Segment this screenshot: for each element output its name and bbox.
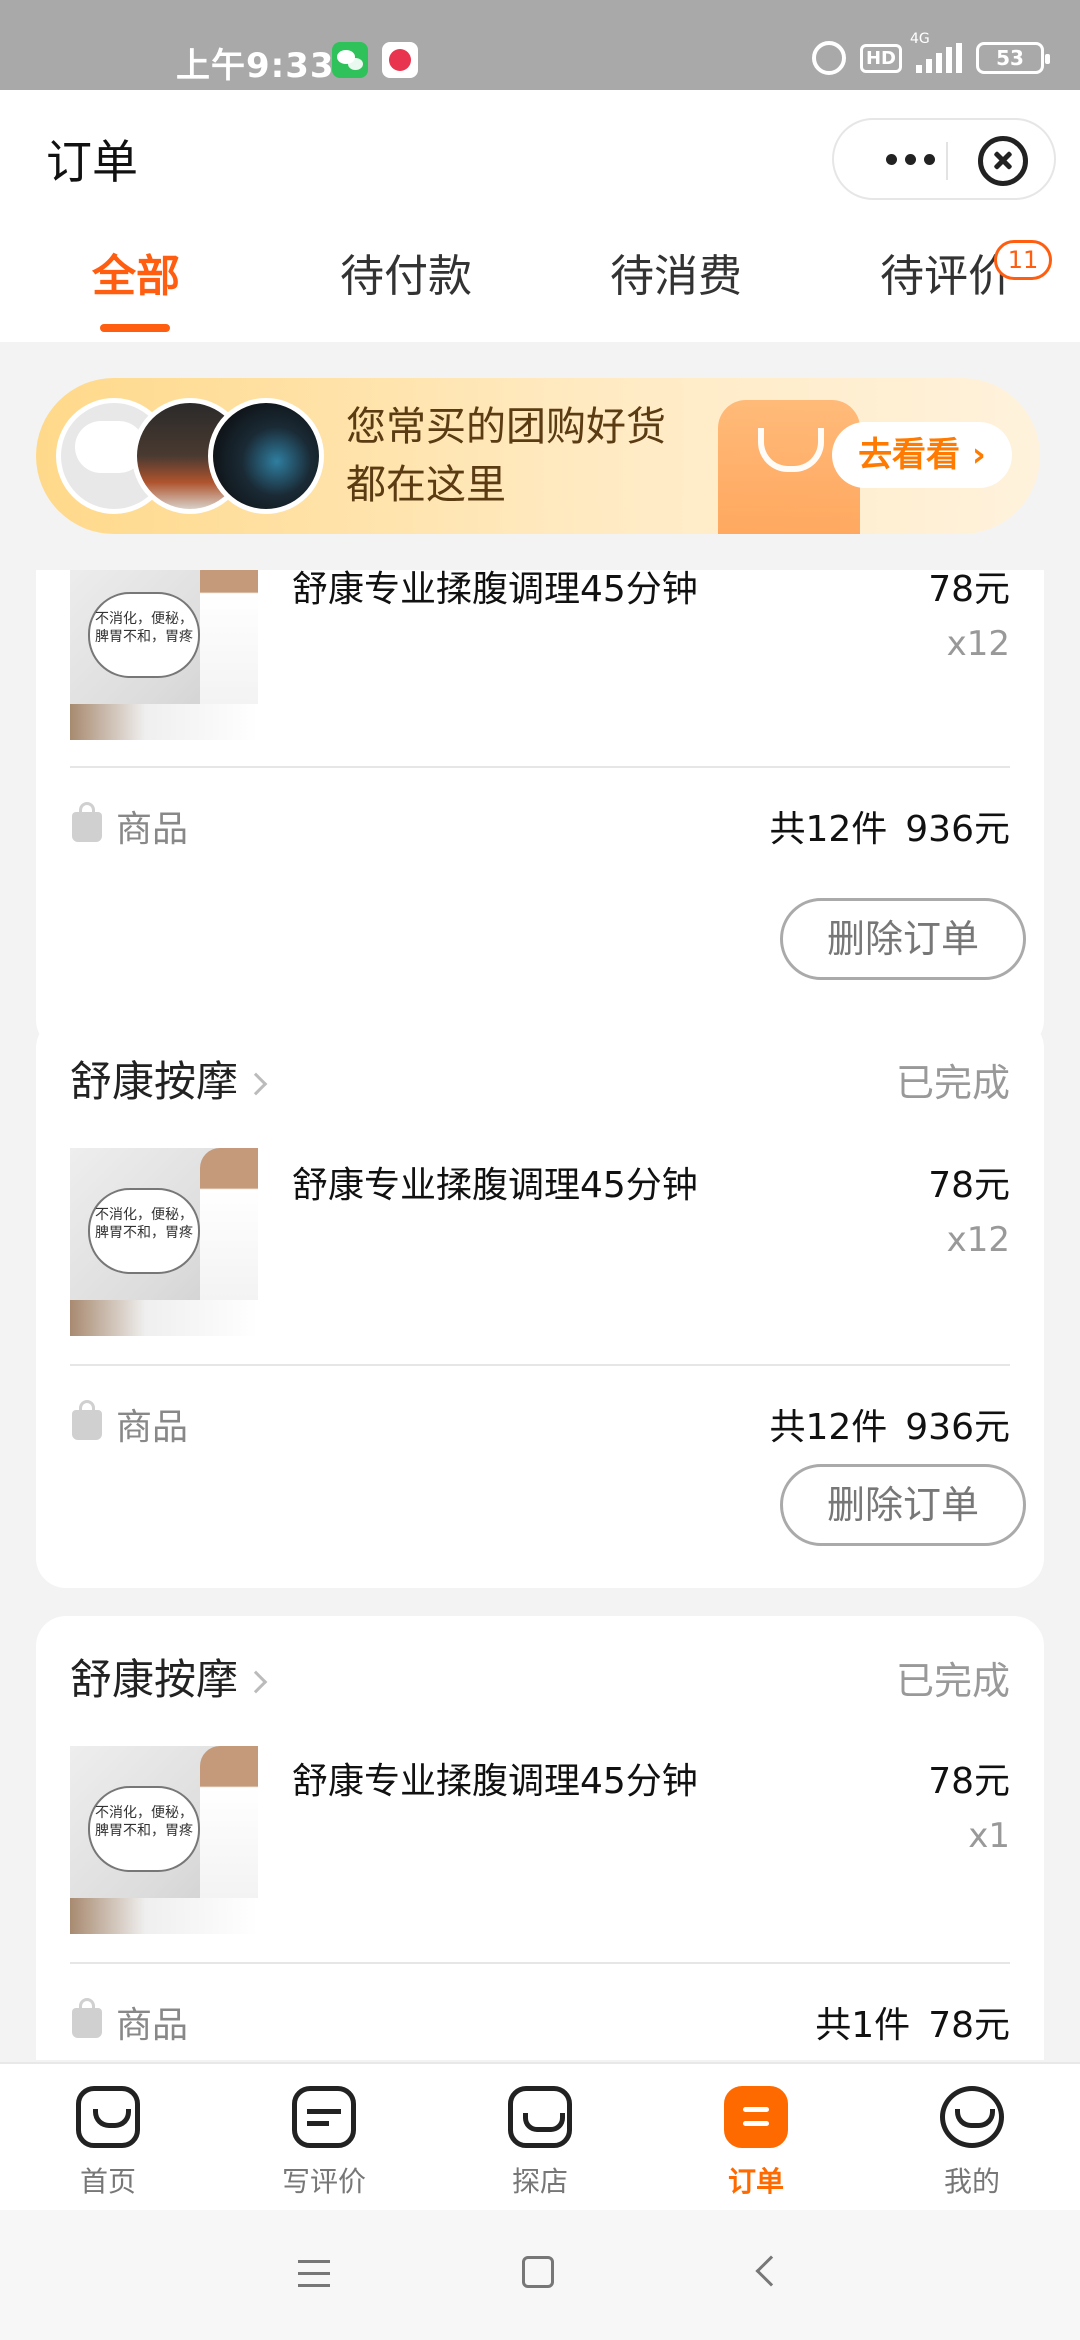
- order-total: 共12件 936元: [751, 1398, 1010, 1450]
- thumbnail-caption: 不消化，便秘，脾胃不和，胃疼: [88, 592, 200, 678]
- explore-shop-icon: [508, 2086, 572, 2148]
- product-price: 78元: [928, 1761, 1010, 1802]
- bottom-tab-profile[interactable]: 我的: [892, 2064, 1052, 2212]
- goods-label: 商品: [116, 2005, 189, 2046]
- status-indicators: HD 4G 53: [811, 31, 1050, 76]
- order-card-header[interactable]: 舒康按摩 已完成: [70, 1646, 1010, 1706]
- capsule-divider: [946, 142, 948, 180]
- hd-badge: HD: [859, 43, 902, 73]
- goods-bag-icon: [72, 802, 102, 842]
- bottom-tab-label: 我的: [943, 2165, 1000, 2198]
- thumbnail-caption: 不消化，便秘，脾胃不和，胃疼: [88, 1188, 200, 1274]
- divider: [70, 766, 1010, 768]
- divider: [70, 1962, 1010, 1964]
- shop-name[interactable]: 舒康按摩: [70, 1655, 238, 1704]
- bottom-tab-orders[interactable]: 订单: [676, 2064, 836, 2212]
- home-icon: [76, 2086, 140, 2148]
- profile-icon: [940, 2086, 1004, 2148]
- order-card: 舒康按摩 已完成 不消化，便秘，脾胃不和，胃疼 舒康专业揉腹调理45分钟 78元…: [36, 1616, 1044, 2060]
- home-button-icon[interactable]: [522, 2256, 554, 2288]
- shop-name[interactable]: 舒康按摩: [70, 1057, 238, 1106]
- item-count: 共1件: [815, 2005, 911, 2046]
- goods-bag-icon: [72, 1998, 102, 2038]
- total-amount: 936元: [905, 1407, 1010, 1448]
- battery-icon: 53: [976, 42, 1050, 74]
- product-thumbnail[interactable]: 不消化，便秘，脾胃不和，胃疼: [70, 1148, 258, 1336]
- order-total: 共1件 78元: [797, 1996, 1010, 2048]
- total-amount: 936元: [905, 809, 1010, 850]
- tab-pending-use[interactable]: 待消费: [576, 240, 776, 304]
- chevron-right-icon: [244, 1072, 268, 1096]
- status-time: 上午9:33: [176, 46, 335, 86]
- tab-pending-payment[interactable]: 待付款: [306, 240, 506, 304]
- orders-icon: [724, 2086, 788, 2148]
- alarm-icon: [811, 41, 846, 75]
- item-count: 共12件: [769, 809, 888, 850]
- order-tabs: 全部 待付款 待消费 待评价: [0, 240, 1080, 340]
- thumbnail-caption: 不消化，便秘，脾胃不和，胃疼: [88, 1786, 200, 1872]
- item-count: 共12件: [769, 1407, 888, 1448]
- goods-label: 商品: [116, 809, 189, 850]
- status-bar: 上午9:33 HD 4G 53: [0, 0, 1080, 90]
- network-type: 4G: [910, 31, 930, 47]
- bottom-tab-explore[interactable]: 探店: [460, 2064, 620, 2212]
- review-count-badge: 11: [994, 240, 1052, 280]
- order-status: 已完成: [895, 1061, 1010, 1105]
- product-thumbnail[interactable]: 不消化，便秘，脾胃不和，胃疼: [70, 570, 258, 740]
- product-name[interactable]: 舒康专业揉腹调理45分钟: [292, 1752, 698, 1804]
- tab-all[interactable]: 全部: [36, 240, 236, 304]
- product-quantity: x12: [946, 1220, 1010, 1260]
- active-tab-indicator: [100, 324, 170, 332]
- order-list[interactable]: 不消化，便秘，脾胃不和，胃疼 舒康专业揉腹调理45分钟 78元 x12 商品 共…: [0, 570, 1080, 2060]
- bottom-tab-bar: 首页 写评价 探店 订单 我的: [0, 2062, 1080, 2210]
- banner-line-1: 您常买的团购好货: [346, 404, 666, 450]
- page-title: 订单: [46, 135, 138, 189]
- product-name[interactable]: 舒康专业揉腹调理45分钟: [292, 570, 698, 612]
- goods-label: 商品: [116, 1407, 189, 1448]
- signal-icon: 4G: [910, 31, 962, 73]
- bottom-tab-write-review[interactable]: 写评价: [244, 2064, 404, 2212]
- close-icon[interactable]: [978, 136, 1028, 186]
- more-options-icon[interactable]: [870, 144, 950, 174]
- back-icon[interactable]: [755, 2255, 787, 2287]
- total-amount: 78元: [928, 2005, 1010, 2046]
- recent-apps-icon[interactable]: [298, 2260, 330, 2288]
- battery-level: 53: [996, 46, 1024, 70]
- product-quantity: x1: [968, 1816, 1010, 1856]
- write-review-icon: [292, 2086, 356, 2148]
- delete-order-button[interactable]: 删除订单: [780, 898, 1026, 980]
- system-navigation-bar: [0, 2210, 1080, 2340]
- divider: [70, 1364, 1010, 1366]
- video-app-notification-icon: [382, 42, 418, 78]
- wechat-notification-icon: [332, 42, 368, 78]
- page-header: 订单 全部 待付款 待消费 待评价 11: [0, 90, 1080, 342]
- order-card-header[interactable]: 舒康按摩 已完成: [70, 1048, 1010, 1108]
- goods-bag-icon: [72, 1400, 102, 1440]
- order-card: 不消化，便秘，脾胃不和，胃疼 舒康专业揉腹调理45分钟 78元 x12 商品 共…: [36, 570, 1044, 1050]
- banner-text: 您常买的团购好货 都在这里: [346, 398, 666, 514]
- product-price: 78元: [928, 570, 1010, 610]
- product-name[interactable]: 舒康专业揉腹调理45分钟: [292, 1156, 698, 1208]
- bottom-tab-label: 写评价: [281, 2165, 366, 2198]
- banner-line-2: 都在这里: [346, 462, 506, 508]
- bottom-tab-label: 探店: [511, 2165, 568, 2198]
- promo-banner[interactable]: 您常买的团购好货 都在这里 去看看 ›: [36, 378, 1040, 534]
- product-thumbnail[interactable]: 不消化，便秘，脾胃不和，胃疼: [70, 1746, 258, 1934]
- bottom-tab-label: 订单: [727, 2165, 784, 2198]
- order-card: 舒康按摩 已完成 不消化，便秘，脾胃不和，胃疼 舒康专业揉腹调理45分钟 78元…: [36, 1018, 1044, 1588]
- bottom-tab-home[interactable]: 首页: [28, 2064, 188, 2212]
- chevron-right-icon: [244, 1670, 268, 1694]
- mini-program-capsule: [832, 118, 1056, 200]
- go-see-button[interactable]: 去看看 ›: [832, 422, 1012, 488]
- order-status: 已完成: [895, 1659, 1010, 1703]
- delete-order-button[interactable]: 删除订单: [780, 1464, 1026, 1546]
- bottom-tab-label: 首页: [79, 2165, 136, 2198]
- order-total: 共12件 936元: [751, 800, 1010, 852]
- product-price: 78元: [928, 1165, 1010, 1206]
- banner-image-pool: [208, 398, 324, 514]
- product-quantity: x12: [946, 624, 1010, 664]
